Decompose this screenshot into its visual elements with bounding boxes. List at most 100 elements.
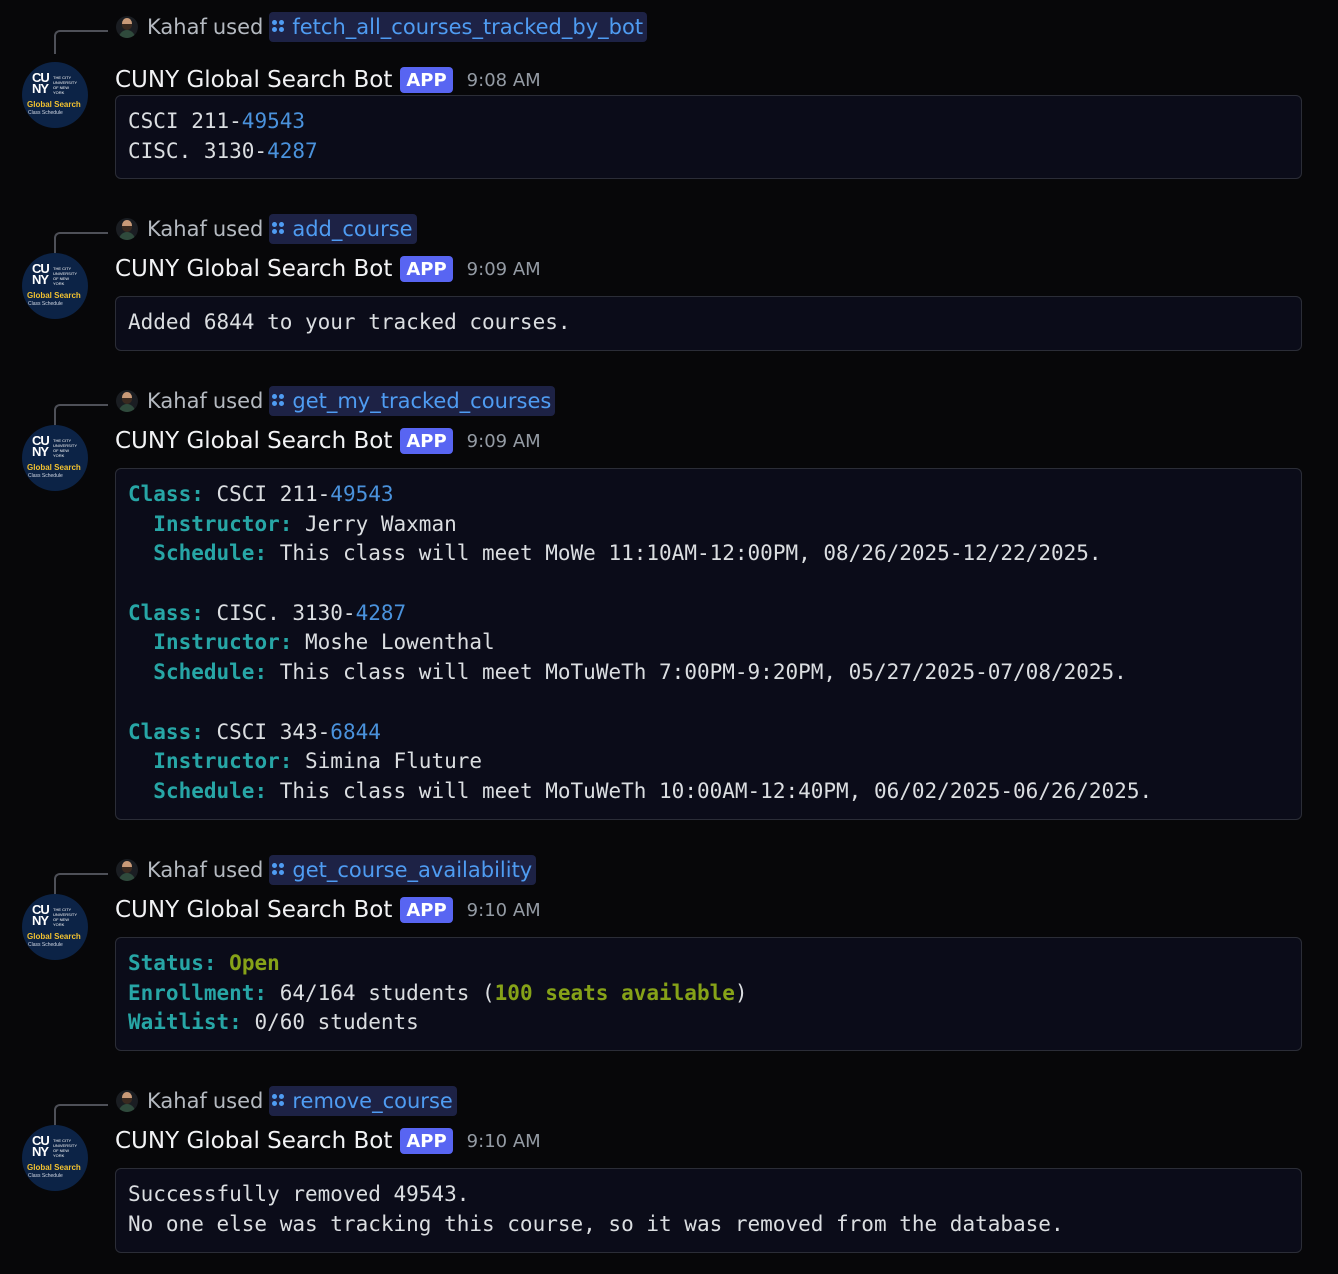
university-text: THE CITY UNIVERSITY OF NEW YORK bbox=[53, 907, 77, 927]
command-name: remove_course bbox=[292, 1089, 453, 1113]
bot-avatar[interactable]: CU NY THE CITY UNIVERSITY OF NEW YORK Glo… bbox=[22, 425, 88, 491]
timestamp[interactable]: 9:10 AM bbox=[467, 900, 541, 921]
user-avatar[interactable] bbox=[116, 16, 138, 38]
user-name[interactable]: Kahaf bbox=[147, 217, 207, 241]
command-link[interactable]: get_my_tracked_courses bbox=[269, 386, 556, 416]
code-text: CISC. 3130- bbox=[128, 138, 268, 163]
bot-avatar[interactable]: CU NY THE CITY UNIVERSITY OF NEW YORK Glo… bbox=[22, 894, 88, 960]
code-block: Added 6844 to your tracked courses. bbox=[115, 296, 1302, 351]
avatar-title: Global Search bbox=[27, 932, 81, 941]
timestamp[interactable]: 9:09 AM bbox=[467, 259, 541, 280]
code-block: Successfully removed 49543. No one else w… bbox=[115, 1168, 1302, 1253]
section-number: 4287 bbox=[355, 600, 407, 625]
timestamp[interactable]: 9:09 AM bbox=[467, 431, 541, 452]
user-avatar[interactable] bbox=[116, 390, 138, 412]
university-text: THE CITY UNIVERSITY OF NEW YORK bbox=[53, 1138, 77, 1158]
command-link[interactable]: remove_course bbox=[269, 1086, 457, 1116]
bot-name[interactable]: CUNY Global Search Bot bbox=[115, 1128, 392, 1154]
avatar-subtitle: Class Schedule bbox=[28, 942, 63, 948]
bot-avatar[interactable]: CU NY THE CITY UNIVERSITY OF NEW YORK Glo… bbox=[22, 62, 88, 128]
used-label: used bbox=[212, 15, 264, 39]
code-text: CISC. 3130- bbox=[203, 600, 356, 625]
command-reply-header: Kahaf used add_course bbox=[116, 214, 417, 244]
bot-avatar[interactable]: CU NY THE CITY UNIVERSITY OF NEW YORK Glo… bbox=[22, 1125, 88, 1191]
code-text: 64/164 students ( bbox=[267, 980, 495, 1005]
code-line: Enrollment: 64/164 students (100 seats a… bbox=[128, 979, 1289, 1009]
user-name[interactable]: Kahaf bbox=[147, 389, 207, 413]
code-line: Schedule: This class will meet MoWe 11:1… bbox=[128, 539, 1289, 569]
avatar-title: Global Search bbox=[27, 463, 81, 472]
bot-name[interactable]: CUNY Global Search Bot bbox=[115, 428, 392, 454]
field-label: Class: bbox=[128, 719, 204, 744]
section-number: 6844 bbox=[330, 719, 381, 744]
timestamp[interactable]: 9:10 AM bbox=[467, 1131, 541, 1152]
field-label: Class: bbox=[128, 482, 204, 506]
user-name[interactable]: Kahaf bbox=[147, 1089, 207, 1113]
cuny-logo: CU NY bbox=[32, 1133, 50, 1159]
university-text: THE CITY UNIVERSITY OF NEW YORK bbox=[53, 75, 77, 95]
user-avatar[interactable] bbox=[116, 218, 138, 240]
reply-connector bbox=[54, 1104, 108, 1128]
cuny-logo: CU NY bbox=[32, 70, 50, 96]
command-link[interactable]: add_course bbox=[269, 214, 417, 244]
bot-name[interactable]: CUNY Global Search Bot bbox=[115, 897, 392, 923]
app-badge: APP bbox=[400, 897, 453, 923]
command-name: add_course bbox=[292, 217, 413, 241]
avatar-subtitle: Class Schedule bbox=[28, 1173, 63, 1179]
message-header: CUNY Global Search Bot APP 9:08 AM bbox=[115, 63, 541, 97]
section-number: 49543 bbox=[241, 109, 306, 133]
code-text: 0/60 students bbox=[241, 1010, 419, 1035]
user-name[interactable]: Kahaf bbox=[147, 15, 207, 39]
code-line: CISC. 3130-4287 bbox=[128, 137, 1289, 167]
code-text: CSCI 211- bbox=[128, 109, 242, 133]
timestamp[interactable]: 9:08 AM bbox=[467, 70, 541, 91]
command-reply-header: Kahaf used get_my_tracked_courses bbox=[116, 386, 556, 416]
code-text: Moshe Lowenthal bbox=[292, 630, 495, 655]
app-badge: APP bbox=[400, 1128, 453, 1154]
code-text: Successfully removed 49543. bbox=[128, 1182, 470, 1206]
university-text: THE CITY UNIVERSITY OF NEW YORK bbox=[53, 266, 77, 286]
bot-avatar[interactable]: CU NY THE CITY UNIVERSITY OF NEW YORK Glo… bbox=[22, 253, 88, 319]
reply-connector bbox=[54, 873, 108, 897]
field-label: Schedule: bbox=[153, 660, 268, 685]
avatar-subtitle: Class Schedule bbox=[28, 301, 63, 307]
code-line: Class: CSCI 211-49543 bbox=[128, 480, 1289, 510]
code-line: Instructor: Jerry Waxman bbox=[128, 510, 1289, 540]
user-name[interactable]: Kahaf bbox=[147, 858, 207, 882]
message-header: CUNY Global Search Bot APP 9:09 AM bbox=[115, 252, 541, 286]
field-label: Class: bbox=[128, 600, 204, 625]
section-number: 49543 bbox=[330, 482, 394, 506]
highlight-value: Open bbox=[229, 951, 280, 975]
command-link[interactable]: fetch_all_courses_tracked_by_bot bbox=[269, 12, 648, 42]
code-line: Successfully removed 49543. bbox=[128, 1180, 1289, 1210]
highlight-value: 100 seats available bbox=[494, 980, 735, 1005]
app-badge: APP bbox=[400, 67, 453, 93]
code-text: This class will meet MoTuWeTh 10:00AM-12… bbox=[267, 778, 1153, 803]
message-header: CUNY Global Search Bot APP 9:09 AM bbox=[115, 424, 541, 458]
user-avatar[interactable] bbox=[116, 859, 138, 881]
code-line: Class: CSCI 343-6844 bbox=[128, 718, 1289, 748]
reply-connector bbox=[54, 404, 108, 428]
field-label: Schedule: bbox=[153, 778, 268, 803]
command-name: fetch_all_courses_tracked_by_bot bbox=[292, 15, 644, 39]
field-label: Status: bbox=[128, 951, 217, 975]
code-text: This class will meet MoWe 11:10AM-12:00P… bbox=[267, 541, 1102, 566]
bot-name[interactable]: CUNY Global Search Bot bbox=[115, 67, 392, 93]
avatar-title: Global Search bbox=[27, 100, 81, 109]
code-line: Instructor: Moshe Lowenthal bbox=[128, 628, 1289, 658]
cuny-logo: CU NY bbox=[32, 261, 50, 287]
code-line: Status: Open bbox=[128, 949, 1289, 979]
command-link[interactable]: get_course_availability bbox=[269, 855, 537, 885]
code-line: Waitlist: 0/60 students bbox=[128, 1008, 1289, 1038]
app-command-icon bbox=[272, 222, 286, 236]
bot-name[interactable]: CUNY Global Search Bot bbox=[115, 256, 392, 282]
app-command-icon bbox=[272, 1094, 286, 1108]
code-line: Class: CISC. 3130-4287 bbox=[128, 599, 1289, 629]
user-avatar[interactable] bbox=[116, 1090, 138, 1112]
code-line: No one else was tracking this course, so… bbox=[128, 1210, 1289, 1240]
